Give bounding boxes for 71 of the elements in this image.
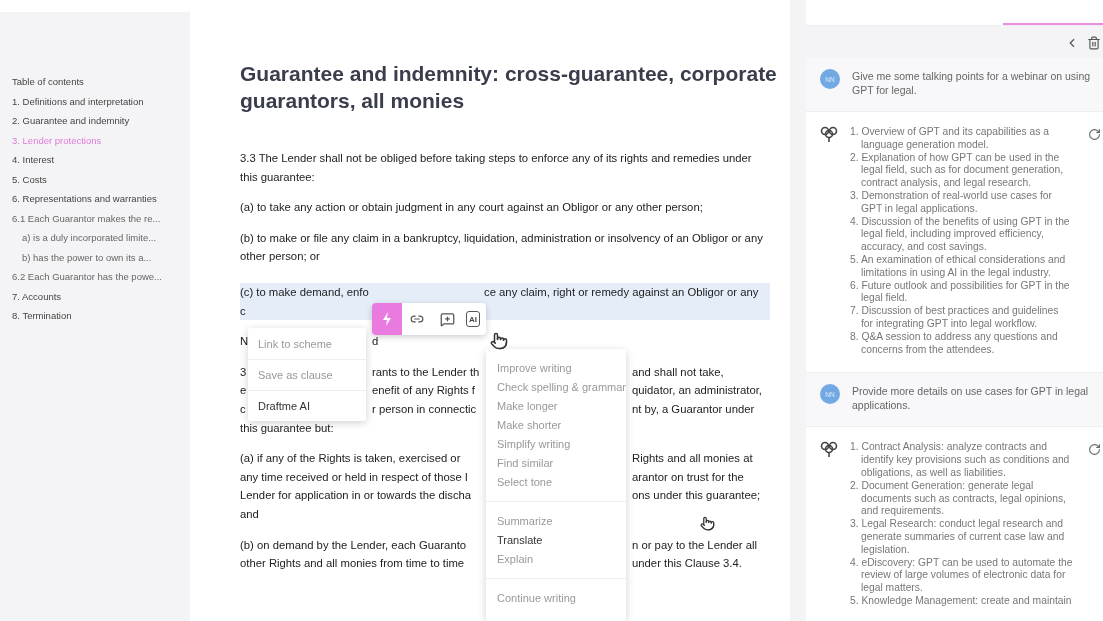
paragraph-text: enefit of any Rights f	[372, 383, 475, 399]
pointer-cursor-icon	[700, 516, 715, 531]
answer-list-item: 8. Q&A session to address any questions and concerns from the attendees.	[850, 330, 1059, 357]
delete-icon[interactable]	[1087, 36, 1101, 50]
paragraph-text: rants to the Lender th	[372, 364, 480, 380]
link-button[interactable]	[402, 303, 432, 335]
answer-list-item: 5. An examination of ethical considerations and limitations in using AI in the legal industry.	[850, 253, 1067, 280]
ai-button[interactable]: AI	[466, 311, 480, 327]
paragraph-text: N	[240, 334, 249, 350]
answer-list-item: 1. Contract Analysis: analyze contracts and identify key provisions such as conditions and obligations, as well as liabilities.	[850, 441, 1071, 480]
clover-logo-icon	[820, 126, 838, 142]
paragraph-text: and shall not take,	[632, 364, 724, 380]
message-text: Give me some talking points for a webinar on using GPT for legal.	[852, 69, 1092, 97]
toc-item[interactable]: b) has the power to own its a...	[22, 251, 152, 271]
paragraph-text: ons under this guarantee;	[632, 488, 761, 504]
paragraph-text: c	[240, 303, 246, 319]
paragraph-text: n or pay to the Lender all	[632, 537, 757, 553]
paragraph-text: Rights and all monies at	[632, 451, 753, 467]
paragraph-text: c	[240, 401, 246, 417]
add-comment-icon	[439, 311, 455, 327]
paragraph-text: nt by, a Guarantor under	[632, 401, 755, 417]
paragraph-text: d	[372, 334, 379, 350]
paragraph-text: r person in connectic	[372, 401, 477, 417]
paragraph-text: (b) on demand by the Lender, each Guaranto	[240, 537, 467, 553]
answer-list-item: 7. Discussion of best practices and guidelines for integrating GPT into legal workflow.	[850, 305, 1060, 331]
paragraph-text: (c) to make demand, enfo	[240, 284, 369, 300]
toc-item[interactable]: 7. Accounts	[12, 290, 62, 310]
answer-list-item: 4. Discussion of the benefits of using GPT in the legal field, including improved efficiency, accuracy, and cost savings.	[850, 215, 1071, 254]
toc-item[interactable]: 6.2 Each Guarantor has the powe...	[12, 271, 162, 291]
document-paragraph: (b) to make or file any claim in a bankruptcy, liquidation, administration or insolvency of an Obligor or any other person; or	[240, 230, 764, 265]
toc-item[interactable]: 4. Interest	[12, 154, 55, 174]
lightning-icon	[382, 312, 392, 326]
menu-item[interactable]: Translate	[486, 531, 626, 550]
answer-list-item: 4. eDiscovery: GPT can be used to automate the review of large volumes of electronic data for legal matters.	[850, 556, 1073, 595]
link-icon	[410, 312, 424, 326]
answer-list-item: 6. Future outlook and possibilities for GPT in the legal field.	[850, 279, 1071, 306]
pointer-cursor-icon	[490, 332, 508, 350]
paragraph-text: (a) if any of the Rights is taken, exercised or	[240, 451, 461, 467]
regenerate-icon[interactable]	[1088, 128, 1101, 141]
toc-item[interactable]: 1. Definitions and interpretation	[12, 95, 144, 115]
paragraph-text: other Rights and all monies from time to time	[240, 556, 465, 572]
answer-list-item: 5. Knowledge Management: create and maintain	[850, 594, 1073, 608]
paragraph-text: Lender for application in or towards the discha	[240, 488, 472, 504]
clover-logo-icon	[820, 441, 838, 458]
answer-list-item: 1. Overview of GPT and its capabilities as a language generation model.	[850, 126, 1050, 152]
paragraph-text: any time received or held in respect of those I	[240, 469, 468, 485]
message-text: Provide more details on use cases for GPT in legal applications.	[852, 384, 1090, 413]
paragraph-text: this guarantee but:	[240, 420, 334, 436]
toc-item[interactable]: a) is a duly incorporated limite...	[22, 232, 157, 252]
document-title: Guarantee and indemnity: cross-guarantee, corporate guarantors, all monies	[240, 61, 778, 114]
paragraph-text: arantor on trust for the	[632, 469, 744, 485]
toc-item[interactable]: 5. Costs	[12, 173, 47, 193]
paragraph-text: e	[240, 383, 247, 399]
paragraph-text: quidator, an administrator,	[632, 383, 762, 399]
toc-item[interactable]: 8. Termination	[12, 310, 72, 330]
toc-item[interactable]: 6. Representations and warranties	[12, 193, 157, 213]
paragraph-text: 3	[240, 364, 247, 380]
document-paragraph: (a) to take any action or obtain judgment in any court against an Obligor or any other person;	[240, 200, 704, 216]
paragraph-text: and	[240, 506, 259, 522]
toc-item[interactable]: 6.1 Each Guarantor makes the re...	[12, 212, 161, 232]
answer-list-item: 3. Demonstration of real-world use cases for GPT in legal applications.	[850, 190, 1054, 216]
toc-title: Table of contents	[12, 76, 85, 89]
answer-list-item: 2. Explanation of how GPT can be used in the legal field, such as for document generation, contract analysis, and legal research.	[850, 151, 1065, 190]
answer-list-item: 3. Legal Research: conduct legal research and generate summaries of current case law and legislation.	[850, 518, 1066, 557]
paragraph-text: under this Clause 3.4.	[632, 556, 742, 572]
paragraph-text: ce any claim, right or remedy against an Obligor or any	[484, 284, 759, 300]
menu-item[interactable]: Draftme AI	[248, 390, 366, 421]
toc-item[interactable]: 2. Guarantee and indemnity	[12, 115, 130, 135]
document-paragraph: 3.3 The Lender shall not be obliged before taking steps to enforce any of its rights and remedies under this guarantee:	[240, 151, 753, 185]
regenerate-icon[interactable]	[1088, 443, 1101, 457]
answer-list-item: 2. Document Generation: generate legal documents such as contracts, legal opinions, and requirements.	[850, 479, 1067, 519]
